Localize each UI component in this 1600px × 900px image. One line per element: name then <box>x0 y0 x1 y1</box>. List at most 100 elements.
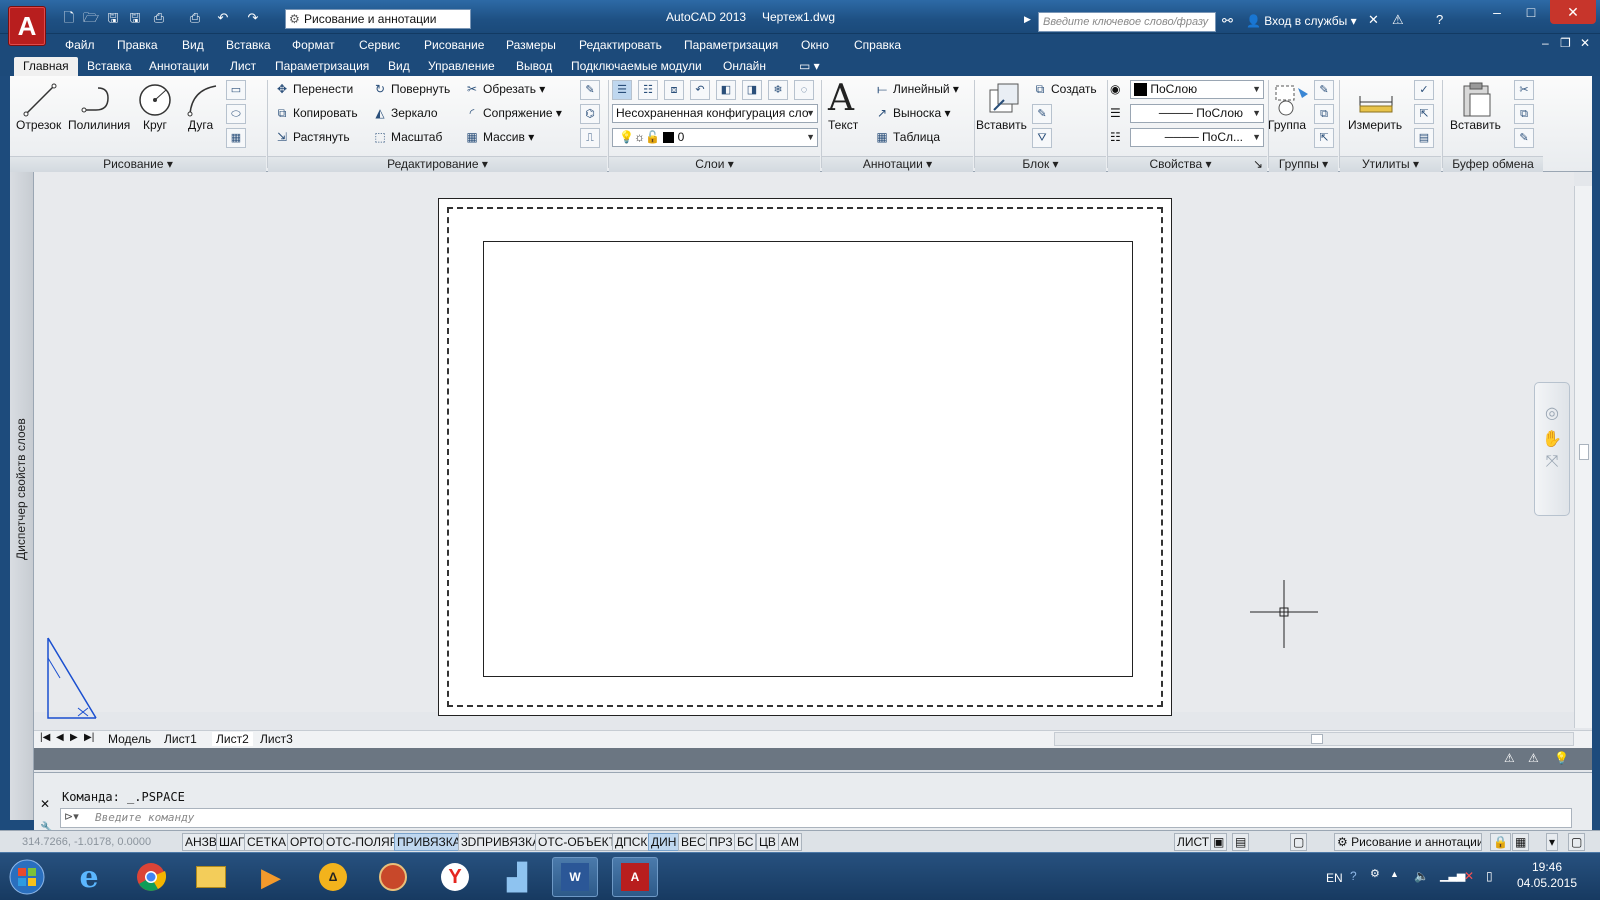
trim-button[interactable]: ✂ Обрезать ▾ <box>464 80 545 98</box>
status-toggle-tpy[interactable]: ПРЗ <box>706 833 736 851</box>
plot-icon[interactable]: ⎙ <box>186 10 204 26</box>
panel-utilities-title[interactable]: Утилиты ▾ <box>1340 156 1441 172</box>
new-icon[interactable]: 🗋 <box>60 10 78 26</box>
last-tab-icon[interactable]: ▶| <box>84 732 94 743</box>
menu-edit[interactable]: Правка <box>117 38 158 52</box>
next-tab-icon[interactable]: ▶ <box>70 732 78 743</box>
status-toggle-snap[interactable]: ШАГ <box>216 833 248 851</box>
maximize-viewport-icon[interactable]: ▢ <box>1290 833 1308 851</box>
help-icon[interactable]: ? <box>1436 12 1443 27</box>
layer-unisolate-icon[interactable]: ◨ <box>742 80 762 100</box>
rectangle-icon[interactable]: ▭ <box>226 80 246 100</box>
layer-isolate-icon[interactable]: ◧ <box>716 80 736 100</box>
panel-properties-title[interactable]: Свойства ▾ ↘ <box>1108 156 1267 172</box>
undo-icon[interactable]: ↶ <box>214 10 232 26</box>
paper-model-toggle[interactable]: ЛИСТ <box>1174 833 1213 851</box>
cut-icon[interactable]: ✂ <box>1514 80 1534 100</box>
text-button[interactable]: Текст <box>828 118 858 132</box>
clean-screen-icon[interactable]: ▢ <box>1568 833 1586 851</box>
color-combo[interactable]: ПоСлою ▼ <box>1130 80 1264 99</box>
insert-block-icon[interactable] <box>984 80 1024 120</box>
ungroup-icon[interactable]: ✎ <box>1314 80 1334 100</box>
ellipse-icon[interactable]: ⬭ <box>226 104 246 124</box>
status-toggle-otrack[interactable]: ОТС-ОБЪЕКТ <box>535 833 619 851</box>
explode-icon[interactable]: ⌬ <box>580 104 600 124</box>
menu-tools[interactable]: Сервис <box>359 38 400 52</box>
match-properties-icon[interactable]: ✎ <box>1514 128 1534 148</box>
layer-state-combo[interactable]: Несохраненная конфигурация сло ▼ <box>612 104 818 123</box>
close-icon[interactable]: ✕ <box>40 797 50 811</box>
network-app-icon[interactable]: ▟ <box>494 857 540 897</box>
status-toggle-grid[interactable]: СЕТКА <box>244 833 289 851</box>
exchange-icon[interactable]: ✕ <box>1368 12 1379 28</box>
menu-dimension[interactable]: Размеры <box>506 38 556 52</box>
media-player-icon[interactable]: ▶ <box>248 857 294 897</box>
coordinates-display[interactable]: 314.7266, -1.0178, 0.0000 <box>22 836 151 848</box>
explorer-icon[interactable] <box>188 857 234 897</box>
group-select-icon[interactable]: ⇱ <box>1314 128 1334 148</box>
quick-select-icon[interactable]: ✓ <box>1414 80 1434 100</box>
status-toggle-infer[interactable]: АНЗВ <box>182 833 220 851</box>
command-input[interactable]: Введите команду <box>60 808 1572 828</box>
sign-in-button[interactable]: 👤 Вход в службы ▾ <box>1246 14 1357 28</box>
mirror-button[interactable]: ◭ Зеркало <box>372 104 437 122</box>
help-tray-icon[interactable]: ? <box>1350 869 1357 883</box>
navigation-bar[interactable]: ◎ ✋ ⤧ <box>1534 382 1570 516</box>
panel-annotation-title[interactable]: Аннотации ▾ <box>822 156 973 172</box>
menu-help[interactable]: Справка <box>854 38 901 52</box>
clock[interactable]: 19:46 04.05.2015 <box>1512 859 1582 891</box>
linear-dimension-button[interactable]: ⟝ Линейный ▾ <box>874 80 959 98</box>
lineweight-combo[interactable]: ──── ПоСл... ▼ <box>1130 128 1264 147</box>
hatch-icon[interactable]: ▦ <box>226 128 246 148</box>
measure-button[interactable]: Измерить <box>1348 118 1402 132</box>
menu-format[interactable]: Формат <box>292 38 335 52</box>
polyline-icon[interactable] <box>80 80 120 120</box>
tab-model[interactable]: Модель <box>108 732 151 746</box>
table-button[interactable]: ▦ Таблица <box>874 128 940 146</box>
tab-parametric[interactable]: Параметризация <box>266 57 378 76</box>
tab-manage[interactable]: Управление <box>419 57 504 76</box>
command-prompt-icon[interactable]: ⊳▾ <box>64 810 79 823</box>
layer-state-icon[interactable]: ☷ <box>638 80 658 100</box>
status-toggle-3dosnap[interactable]: 3DПРИВЯЗКА <box>458 833 544 851</box>
color-wheel-icon[interactable]: ◉ <box>1110 82 1120 96</box>
vertical-scroll-thumb[interactable] <box>1579 444 1589 460</box>
tab-sheet1[interactable]: Лист1 <box>164 732 197 746</box>
doc-restore-icon[interactable]: ❐ <box>1560 36 1571 50</box>
status-toggle-ortho[interactable]: ОРТО <box>287 833 326 851</box>
autodesk-360-icon[interactable]: ⚠ <box>1392 12 1404 28</box>
horizontal-scrollbar[interactable] <box>1054 732 1574 746</box>
tab-layout[interactable]: Лист <box>221 57 265 76</box>
search-input[interactable]: Введите ключевое слово/фразу <box>1038 12 1216 32</box>
tab-view[interactable]: Вид <box>379 57 419 76</box>
status-toggle-qp[interactable]: БС <box>734 833 757 851</box>
menu-view[interactable]: Вид <box>182 38 204 52</box>
redo-icon[interactable]: ↷ <box>244 10 262 26</box>
block-attribute-icon[interactable]: ⛛ <box>1032 128 1052 148</box>
workspace-combo[interactable]: ⚙ Рисование и аннотации <box>285 9 471 29</box>
group-edit-icon[interactable]: ⧉ <box>1314 104 1334 124</box>
pan-icon[interactable]: ✋ <box>1535 429 1569 449</box>
start-button[interactable] <box>4 857 50 897</box>
tab-plugins[interactable]: Подключаемые модули <box>562 57 711 76</box>
tab-sheet2[interactable]: Лист2 <box>212 732 253 746</box>
line-icon[interactable] <box>20 80 60 120</box>
binoculars-icon[interactable]: ⚯ <box>1222 13 1233 29</box>
status-toggle-dyn[interactable]: ДИН <box>648 833 680 851</box>
layer-freeze-icon[interactable]: ❄ <box>768 80 788 100</box>
menu-parametric[interactable]: Параметризация <box>684 38 778 52</box>
close-button[interactable]: ✕ <box>1550 0 1596 24</box>
panel-groups-title[interactable]: Группы ▾ <box>1269 156 1338 172</box>
fillet-button[interactable]: ◜ Сопряжение ▾ <box>464 104 562 122</box>
panel-modify-title[interactable]: Редактирование ▾ <box>268 156 607 172</box>
layer-off-icon[interactable]: ◌ <box>794 80 814 100</box>
yandex-browser-icon[interactable]: Y <box>432 857 478 897</box>
layer-combo[interactable]: 💡☼🔓 0 ▼ <box>612 128 818 147</box>
paper-sheet[interactable] <box>438 198 1172 716</box>
save-icon[interactable]: 🖫 <box>104 10 122 26</box>
application-menu-button[interactable]: A <box>8 6 46 46</box>
expand-search-icon[interactable]: ▶ <box>1024 14 1031 25</box>
move-button[interactable]: ✥ Перенести <box>274 80 353 98</box>
arc-button[interactable]: Дуга <box>188 118 213 132</box>
measure-icon[interactable] <box>1356 80 1396 120</box>
